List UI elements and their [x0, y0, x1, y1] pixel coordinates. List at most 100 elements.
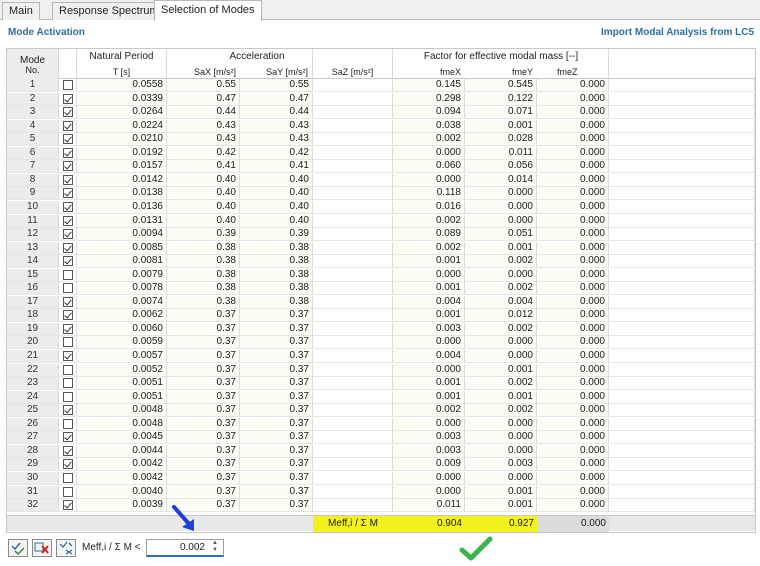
select-all-button[interactable]: [8, 539, 28, 557]
cell-say: 0.47: [240, 92, 313, 106]
mode-checkbox[interactable]: [63, 188, 73, 199]
cell-fmez: 0.000: [537, 444, 609, 458]
mode-checkbox[interactable]: [63, 418, 73, 429]
cell-checkbox[interactable]: [59, 255, 77, 269]
cell-sax: 0.47: [167, 92, 240, 106]
cell-checkbox[interactable]: [59, 471, 77, 485]
cell-saz: [313, 160, 393, 174]
mode-checkbox[interactable]: [63, 351, 73, 361]
cell-say: 0.39: [240, 228, 313, 242]
cell-fmez: 0.000: [537, 268, 609, 282]
header-checkbox-col: [59, 49, 77, 79]
cell-checkbox[interactable]: [59, 228, 77, 242]
check-all-icon: [11, 542, 25, 556]
cell-saz: [313, 92, 393, 106]
mode-checkbox[interactable]: [63, 459, 73, 470]
header-acceleration: Acceleration: [229, 51, 285, 62]
mode-checkbox[interactable]: [63, 310, 73, 321]
cell-checkbox[interactable]: [59, 417, 77, 431]
cell-fmex: 0.002: [393, 241, 465, 255]
cell-period: 0.0074: [77, 295, 167, 309]
cell-checkbox[interactable]: [59, 133, 77, 147]
cell-checkbox[interactable]: [59, 431, 77, 445]
mode-checkbox[interactable]: [63, 229, 73, 240]
cell-checkbox[interactable]: [59, 485, 77, 499]
cell-fmex: 0.000: [393, 485, 465, 499]
cell-checkbox[interactable]: [59, 282, 77, 296]
cell-checkbox[interactable]: [59, 214, 77, 228]
cell-fmez: 0.000: [537, 119, 609, 133]
tab-response-spectrum[interactable]: Response Spectrum: [52, 2, 166, 20]
mode-checkbox[interactable]: [63, 201, 73, 212]
mode-checkbox[interactable]: [63, 378, 73, 389]
mode-checkbox[interactable]: [63, 120, 73, 131]
cell-sax: 0.40: [167, 214, 240, 228]
mode-checkbox[interactable]: [63, 242, 73, 253]
cell-checkbox[interactable]: [59, 92, 77, 106]
mode-checkbox[interactable]: [63, 269, 73, 280]
cell-fmez: 0.000: [537, 255, 609, 269]
cell-fmey: 0.002: [465, 404, 537, 418]
mode-checkbox[interactable]: [63, 107, 73, 118]
mode-checkbox[interactable]: [63, 283, 73, 294]
mode-checkbox[interactable]: [63, 500, 73, 511]
cell-checkbox[interactable]: [59, 444, 77, 458]
threshold-spinner[interactable]: ▲ ▼: [210, 540, 220, 556]
mode-checkbox[interactable]: [63, 391, 73, 402]
import-modal-analysis-link[interactable]: Import Modal Analysis from LC5: [601, 27, 754, 38]
cell-checkbox[interactable]: [59, 309, 77, 323]
tab-main[interactable]: Main: [2, 2, 40, 20]
tab-selection-of-modes[interactable]: Selection of Modes: [154, 0, 262, 21]
cell-fmez: 0.000: [537, 350, 609, 363]
mode-checkbox[interactable]: [63, 445, 73, 456]
mode-checkbox[interactable]: [63, 174, 73, 185]
mode-checkbox[interactable]: [63, 472, 73, 483]
cell-checkbox[interactable]: [59, 268, 77, 282]
mode-checkbox[interactable]: [63, 215, 73, 226]
cell-checkbox[interactable]: [59, 350, 77, 363]
cell-checkbox[interactable]: [59, 106, 77, 120]
cell-fmey: 0.001: [465, 241, 537, 255]
invert-selection-button[interactable]: [56, 539, 76, 557]
mode-checkbox[interactable]: [63, 256, 73, 267]
cell-checkbox[interactable]: [59, 499, 77, 513]
cell-checkbox[interactable]: [59, 363, 77, 377]
cell-checkbox[interactable]: [59, 79, 77, 92]
cell-blank: [609, 214, 755, 228]
mode-checkbox[interactable]: [63, 134, 73, 145]
cell-fmex: 0.000: [393, 417, 465, 431]
mode-checkbox[interactable]: [63, 296, 73, 307]
cell-checkbox[interactable]: [59, 390, 77, 404]
cell-checkbox[interactable]: [59, 200, 77, 214]
cell-sax: 0.41: [167, 160, 240, 174]
mode-checkbox[interactable]: [63, 364, 73, 375]
mode-checkbox[interactable]: [63, 432, 73, 443]
cell-mode-no: 24: [7, 390, 59, 404]
cell-checkbox[interactable]: [59, 404, 77, 418]
cell-checkbox[interactable]: [59, 160, 77, 174]
cell-checkbox[interactable]: [59, 322, 77, 336]
mode-checkbox[interactable]: [63, 486, 73, 497]
cell-checkbox[interactable]: [59, 119, 77, 133]
mode-checkbox[interactable]: [63, 405, 73, 416]
cell-checkbox[interactable]: [59, 295, 77, 309]
cell-checkbox[interactable]: [59, 458, 77, 472]
mode-checkbox[interactable]: [63, 161, 73, 172]
cell-checkbox[interactable]: [59, 241, 77, 255]
cell-checkbox[interactable]: [59, 377, 77, 391]
cell-checkbox[interactable]: [59, 187, 77, 201]
mode-checkbox[interactable]: [63, 80, 73, 90]
header-sax-label: SaX [m/s²]: [193, 67, 236, 77]
cell-checkbox[interactable]: [59, 173, 77, 187]
mode-checkbox[interactable]: [63, 147, 73, 158]
cell-fmex: 0.001: [393, 255, 465, 269]
cell-fmez: 0.000: [537, 241, 609, 255]
mode-checkbox[interactable]: [63, 337, 73, 348]
cell-fmey: 0.000: [465, 417, 537, 431]
table-row: 14 0.0081 0.38 0.38 0.001 0.002 0.000: [7, 255, 755, 269]
cell-checkbox[interactable]: [59, 336, 77, 350]
deselect-all-button[interactable]: [32, 539, 52, 557]
mode-checkbox[interactable]: [63, 93, 73, 104]
cell-checkbox[interactable]: [59, 146, 77, 160]
mode-checkbox[interactable]: [63, 323, 73, 334]
